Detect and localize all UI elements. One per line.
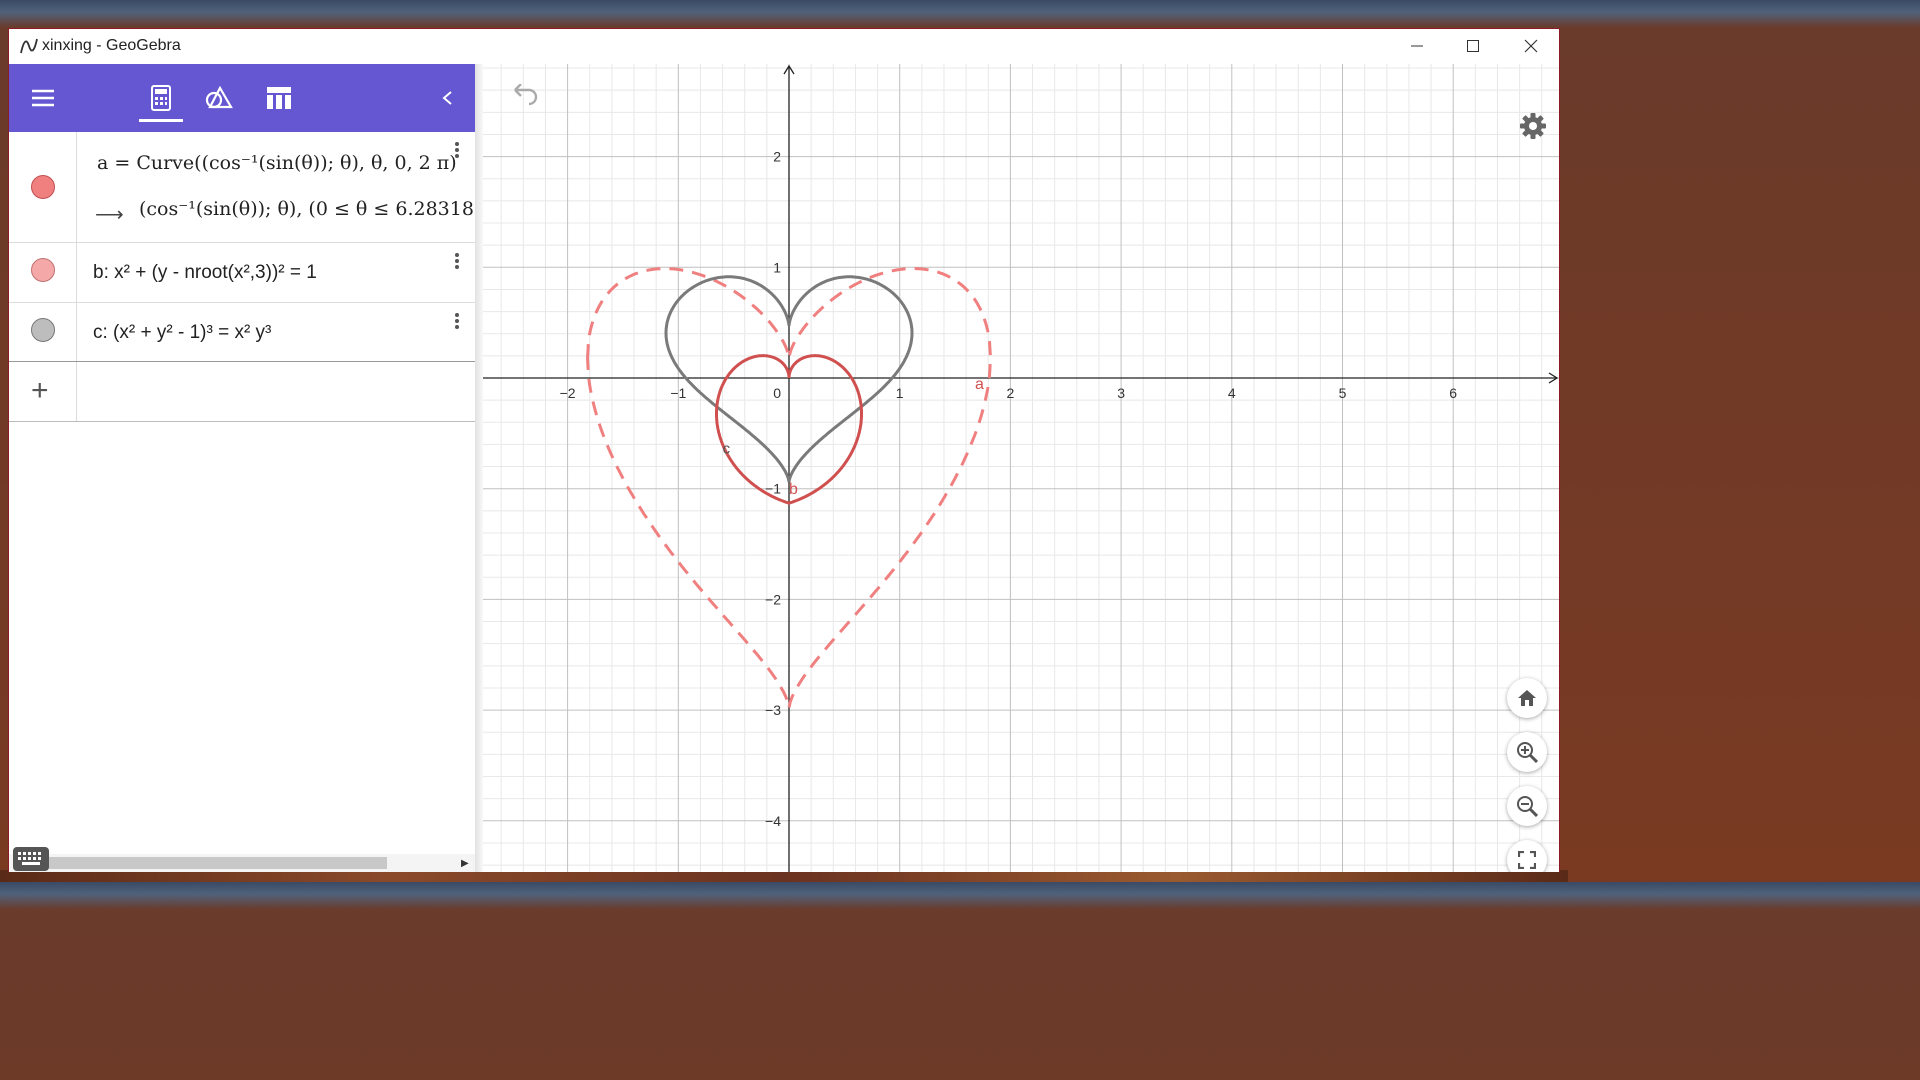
- graphics-canvas[interactable]: −2 −1 0 1 2 3 4 5 621−1−2−3−4 a b c: [483, 64, 1559, 872]
- geogebra-window: xinxing - GeoGebra a = Curve((cos⁻¹(sin(…: [8, 28, 1560, 872]
- x-tick-label: 2: [1007, 385, 1015, 401]
- calculator-icon: [151, 85, 171, 111]
- algebra-header: [9, 64, 475, 132]
- minimize-icon: [1411, 45, 1423, 47]
- output-arrow-icon: ⟶: [95, 204, 124, 226]
- x-tick-label: 4: [1228, 385, 1236, 401]
- minimize-button[interactable]: [1389, 29, 1445, 63]
- horizontal-scrollbar[interactable]: ▶: [9, 854, 475, 872]
- x-tick-label: 5: [1339, 385, 1347, 401]
- close-button[interactable]: [1503, 29, 1559, 63]
- scroll-right-icon[interactable]: ▶: [461, 858, 469, 869]
- axes: [483, 64, 1559, 872]
- output-a: (cos⁻¹(sin(θ)); θ), (0 ≤ θ ≤ 6.283185: [139, 198, 487, 220]
- more-vertical-icon[interactable]: [453, 311, 461, 335]
- label-b[interactable]: b: [789, 481, 798, 498]
- home-icon: [1518, 690, 1536, 706]
- add-icon[interactable]: +: [31, 376, 49, 406]
- x-tick-label: 6: [1449, 385, 1457, 401]
- view-splitter[interactable]: [475, 64, 483, 872]
- definition-b[interactable]: b: x² + (y - nroot(x²,3))² = 1: [93, 262, 317, 284]
- geometry-tools-icon: [205, 86, 233, 109]
- title-bar: xinxing - GeoGebra: [9, 29, 1559, 63]
- definition-a[interactable]: a = Curve((cos⁻¹(sin(θ)); θ), θ, 0, 2 π): [97, 152, 457, 174]
- y-tick-label: 1: [773, 259, 781, 275]
- menu-button[interactable]: [23, 64, 63, 132]
- fullscreen-button[interactable]: [1507, 840, 1547, 872]
- tab-table[interactable]: [259, 64, 299, 132]
- x-tick-label: −2: [560, 385, 576, 401]
- maximize-button[interactable]: [1445, 29, 1501, 63]
- marble-column: +: [9, 362, 77, 421]
- fullscreen-icon: [1518, 851, 1536, 869]
- table-icon: [267, 87, 291, 109]
- more-vertical-icon[interactable]: [453, 251, 461, 275]
- window-title: xinxing - GeoGebra: [42, 37, 181, 54]
- label-a[interactable]: a: [975, 376, 984, 393]
- algebra-input-row[interactable]: +: [9, 362, 475, 422]
- more-vertical-icon[interactable]: [453, 140, 461, 164]
- algebra-item-c[interactable]: c: (x² + y² - 1)³ = x² y³: [9, 303, 475, 362]
- algebra-view: a = Curve((cos⁻¹(sin(θ)); θ), θ, 0, 2 π)…: [9, 64, 486, 872]
- keyboard-icon: [18, 852, 41, 865]
- close-icon: [1524, 39, 1538, 53]
- standard-view-button[interactable]: [1507, 678, 1547, 718]
- definition-c[interactable]: c: (x² + y² - 1)³ = x² y³: [93, 322, 271, 344]
- y-tick-label: −2: [765, 591, 781, 607]
- algebra-item-a[interactable]: a = Curve((cos⁻¹(sin(θ)); θ), θ, 0, 2 π)…: [9, 132, 486, 243]
- visibility-toggle-b[interactable]: [31, 258, 55, 282]
- zoom-out-icon: [1517, 796, 1538, 817]
- label-c[interactable]: c: [723, 440, 731, 457]
- active-tab-indicator: [139, 119, 183, 122]
- settings-gear-icon: [1520, 113, 1546, 139]
- keyboard-button[interactable]: [13, 847, 49, 871]
- marble-column: [9, 243, 77, 302]
- grid-major: [483, 64, 1559, 872]
- algebra-item-b[interactable]: b: x² + (y - nroot(x²,3))² = 1: [9, 243, 475, 303]
- y-tick-label: 2: [773, 149, 781, 165]
- grid-minor: [483, 64, 1559, 872]
- undo-button[interactable]: [511, 83, 541, 113]
- maximize-icon: [1467, 40, 1479, 52]
- graphics-view[interactable]: −2 −1 0 1 2 3 4 5 6 2 1 −1 −2 −3 −4 a b c: [483, 64, 1559, 872]
- x-tick-label: −1: [670, 385, 686, 401]
- y-tick-label: −3: [765, 702, 781, 718]
- zoom-in-icon: [1517, 742, 1538, 763]
- app-icon: [20, 38, 38, 54]
- y-tick-label: −4: [765, 813, 781, 829]
- visibility-toggle-c[interactable]: [31, 318, 55, 342]
- zoom-out-button[interactable]: [1507, 786, 1547, 826]
- zoom-in-button[interactable]: [1507, 732, 1547, 772]
- menu-icon: [32, 89, 54, 107]
- settings-button[interactable]: [1519, 112, 1547, 145]
- tab-tools[interactable]: [199, 64, 239, 132]
- x-tick-label: 3: [1117, 385, 1125, 401]
- undo-icon: [514, 83, 538, 106]
- collapse-chevron-icon: [442, 91, 452, 105]
- marble-column: [9, 132, 77, 242]
- x-tick-label: 0: [773, 385, 781, 401]
- collapse-algebra-button[interactable]: [429, 64, 465, 132]
- visibility-toggle-a[interactable]: [31, 175, 55, 199]
- x-tick-label: 1: [896, 385, 904, 401]
- scrollbar-thumb[interactable]: [27, 857, 387, 869]
- marble-column: [9, 303, 77, 361]
